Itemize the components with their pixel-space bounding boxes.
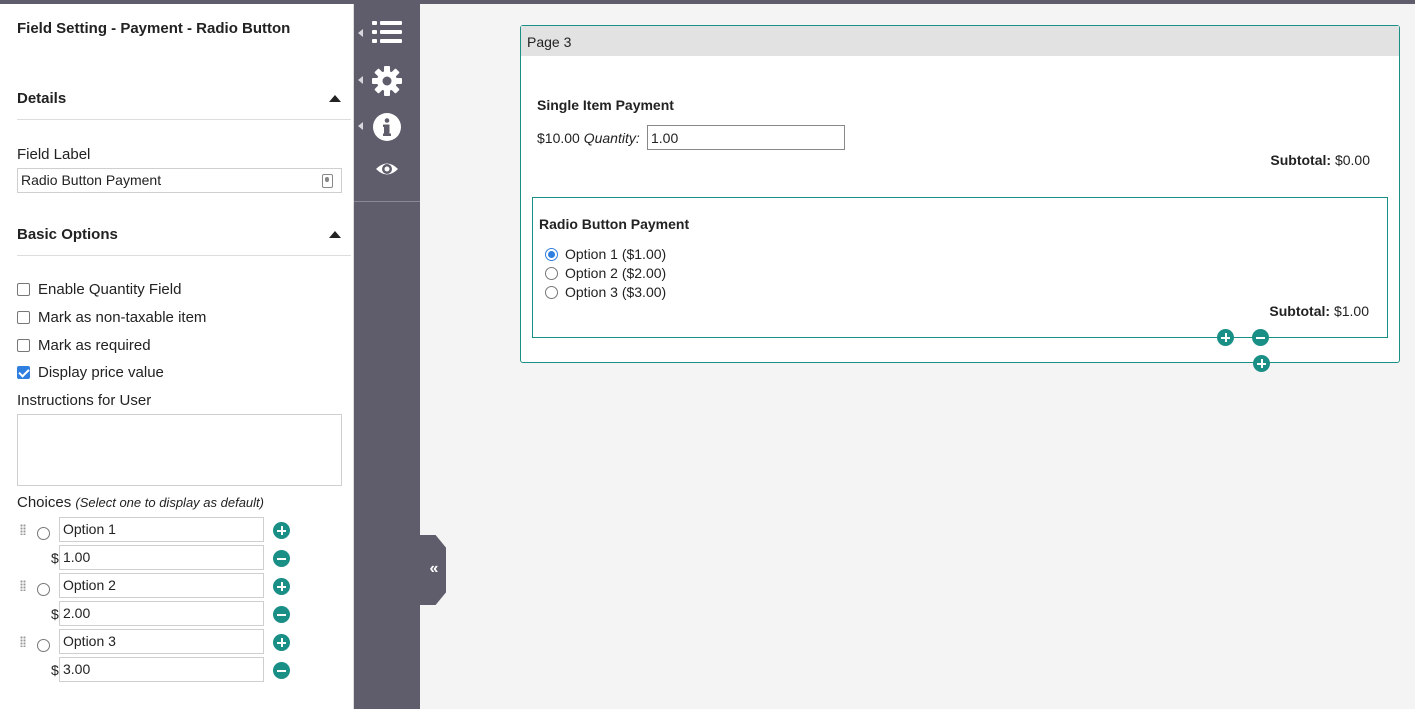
choices-caption: Choices (Select one to display as defaul… — [17, 494, 264, 511]
single-item-subtotal: Subtotal: $0.00 — [1270, 152, 1370, 168]
choice-default-radio[interactable] — [37, 527, 50, 540]
choices-label: Choices — [17, 494, 72, 511]
sidebar-icon-strip — [354, 4, 420, 709]
subtotal-label: Subtotal: — [1269, 303, 1331, 319]
choice-default-radio[interactable] — [37, 639, 50, 652]
payment-option-row[interactable]: Option 1 ($1.00) — [545, 246, 666, 262]
instructions-textarea[interactable] — [17, 414, 342, 486]
subtotal-value: $0.00 — [1334, 152, 1370, 168]
basic-options-heading: Basic Options — [17, 226, 118, 243]
checkbox-label: Mark as non-taxable item — [38, 309, 207, 326]
drag-handle-icon[interactable] — [20, 580, 26, 591]
choice-price-input[interactable]: 3.00 — [59, 657, 264, 682]
arrow-left-icon — [358, 122, 363, 130]
payment-option-radio[interactable] — [545, 285, 558, 299]
choice-label-input[interactable]: Option 3 — [59, 629, 264, 654]
checkbox-label: Enable Quantity Field — [38, 281, 182, 298]
checkbox-label: Mark as required — [38, 337, 151, 354]
panel-title: Field Setting - Payment - Radio Button — [17, 20, 291, 37]
quantity-label: Quantity: — [583, 130, 640, 146]
strip-item-preview[interactable] — [354, 154, 420, 194]
details-heading: Details — [17, 90, 67, 107]
field-settings-panel: Field Setting - Payment - Radio Button D… — [0, 4, 354, 709]
field-label-value: Radio Button Payment — [21, 172, 162, 188]
gear-icon[interactable] — [372, 66, 402, 96]
arrow-left-icon — [358, 76, 363, 84]
single-item-title: Single Item Payment — [537, 97, 674, 113]
enable-quantity-checkbox-row[interactable]: Enable Quantity Field — [17, 281, 181, 298]
add-choice-icon[interactable] — [273, 578, 290, 595]
non-taxable-checkbox[interactable] — [17, 311, 30, 324]
form-page-card: Page 3 Single Item Payment $10.00 Quanti… — [520, 25, 1400, 372]
payment-option-radio[interactable] — [545, 247, 558, 261]
collapse-panel-button[interactable]: « — [420, 535, 446, 605]
currency-symbol: $ — [51, 550, 59, 566]
strip-item-info[interactable] — [354, 108, 420, 148]
page-header[interactable]: Page 3 — [521, 26, 1399, 56]
basic-options-section-header[interactable]: Basic Options — [17, 226, 351, 243]
strip-item-settings[interactable] — [354, 62, 420, 102]
double-chevron-left-icon: « — [429, 560, 439, 577]
quantity-input[interactable]: 1.00 — [647, 125, 845, 150]
arrow-left-icon — [358, 29, 363, 37]
subtotal-value: $1.00 — [1333, 303, 1369, 319]
instructions-caption: Instructions for User — [17, 392, 152, 409]
choice-price-input[interactable]: 2.00 — [59, 601, 264, 626]
add-choice-icon[interactable] — [273, 634, 290, 651]
field-label-caption: Field Label — [17, 146, 91, 163]
add-field-below-icon[interactable] — [1253, 355, 1270, 372]
choice-label-input[interactable]: Option 1 — [59, 517, 264, 542]
choice-default-radio[interactable] — [37, 583, 50, 596]
page-title: Page 3 — [527, 34, 572, 50]
enable-quantity-checkbox[interactable] — [17, 283, 30, 296]
remove-choice-icon[interactable] — [273, 550, 290, 567]
currency-symbol: $ — [51, 606, 59, 622]
add-choice-icon[interactable] — [273, 522, 290, 539]
remove-choice-icon[interactable] — [273, 662, 290, 679]
subtotal-label: Subtotal: — [1270, 152, 1332, 168]
divider — [17, 119, 351, 120]
radio-payment-title: Radio Button Payment — [539, 216, 690, 232]
list-icon[interactable] — [372, 19, 402, 45]
eye-icon[interactable] — [372, 158, 402, 180]
display-price-checkbox-row[interactable]: Display price value — [17, 364, 164, 381]
radio-payment-field[interactable]: Radio Button Payment Option 1 ($1.00) Op… — [532, 197, 1388, 338]
payment-option-row[interactable]: Option 2 ($2.00) — [545, 265, 666, 281]
caret-up-icon[interactable] — [329, 231, 341, 238]
non-taxable-checkbox-row[interactable]: Mark as non-taxable item — [17, 309, 206, 326]
choice-label-input[interactable]: Option 2 — [59, 573, 264, 598]
field-label-input[interactable]: Radio Button Payment — [17, 168, 342, 193]
payment-option-label: Option 3 ($3.00) — [565, 284, 667, 300]
currency-symbol: $ — [51, 662, 59, 678]
payment-option-label: Option 1 ($1.00) — [565, 246, 667, 262]
strip-item-list[interactable] — [354, 15, 420, 55]
choices-hint: (Select one to display as default) — [75, 495, 264, 510]
strip-divider — [354, 201, 420, 202]
remove-choice-icon[interactable] — [273, 606, 290, 623]
payment-option-row[interactable]: Option 3 ($3.00) — [545, 284, 666, 300]
checkbox-label: Display price value — [38, 364, 164, 381]
radio-payment-subtotal: Subtotal: $1.00 — [1269, 303, 1369, 319]
details-section-header[interactable]: Details — [17, 90, 351, 107]
single-item-price: $10.00 — [537, 130, 580, 146]
add-field-icon[interactable] — [1217, 329, 1234, 346]
required-checkbox[interactable] — [17, 339, 30, 352]
info-icon[interactable] — [372, 112, 402, 142]
payment-option-label: Option 2 ($2.00) — [565, 265, 667, 281]
caret-up-icon[interactable] — [329, 95, 341, 102]
display-price-checkbox[interactable] — [17, 366, 30, 379]
contact-card-icon[interactable] — [322, 174, 333, 188]
drag-handle-icon[interactable] — [20, 524, 26, 535]
remove-field-icon[interactable] — [1252, 329, 1269, 346]
divider — [17, 255, 351, 256]
single-item-price-row: $10.00 Quantity: — [537, 130, 640, 146]
payment-option-radio[interactable] — [545, 266, 558, 280]
required-checkbox-row[interactable]: Mark as required — [17, 337, 151, 354]
choice-price-input[interactable]: 1.00 — [59, 545, 264, 570]
drag-handle-icon[interactable] — [20, 636, 26, 647]
